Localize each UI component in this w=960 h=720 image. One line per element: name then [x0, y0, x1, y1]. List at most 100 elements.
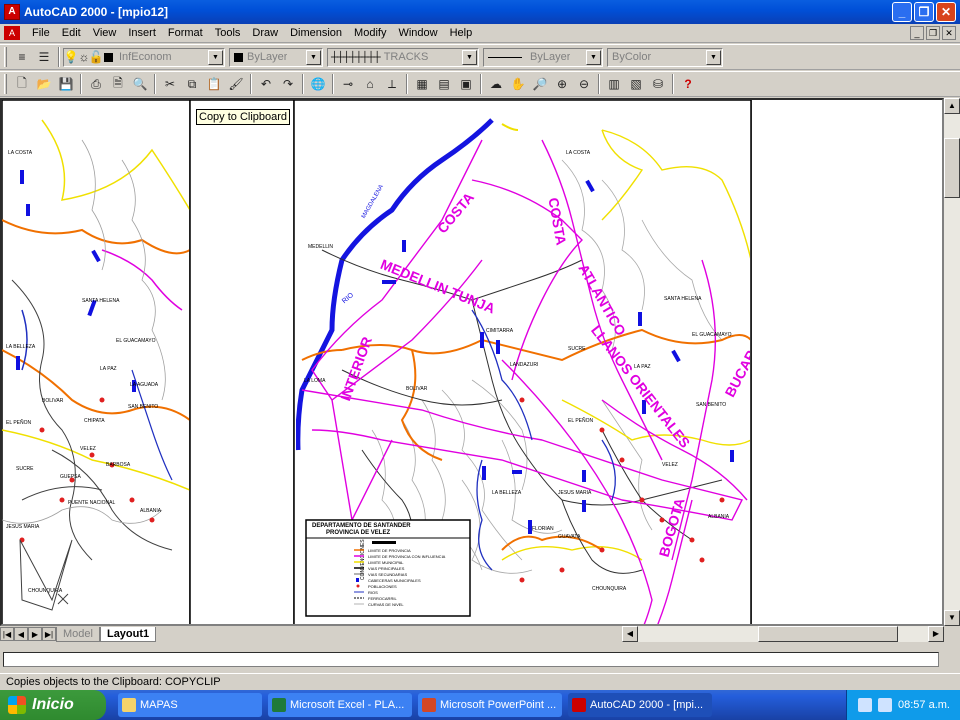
- copy-clipboard-icon[interactable]: ⧉: [181, 73, 203, 95]
- place-label: LA LOMA: [304, 378, 326, 384]
- viewport-left[interactable]: LA COSTA SANTA HELENA EL GUACAMAYO LA PA…: [2, 100, 191, 626]
- print-preview-icon[interactable]: 🗎: [107, 73, 129, 95]
- horizontal-scroll-thumb[interactable]: [758, 626, 898, 642]
- ucs-icon[interactable]: ⟂: [381, 73, 403, 95]
- task-button-mapas[interactable]: MAPAS: [118, 693, 262, 717]
- print-icon[interactable]: ⎙: [85, 73, 107, 95]
- menu-dimension[interactable]: Dimension: [284, 27, 348, 39]
- zoom-previous-icon[interactable]: ⊖: [573, 73, 595, 95]
- plotstyle-combo[interactable]: ByColor ▼: [607, 47, 723, 67]
- new-file-icon[interactable]: 🗋: [11, 73, 33, 95]
- scroll-down-icon[interactable]: ▼: [944, 610, 960, 626]
- legend: DEPARTAMENTO DE SANTANDER PROVINCIA DE V…: [305, 519, 471, 617]
- place-label: SUCRE: [568, 346, 586, 352]
- tab-layout1[interactable]: Layout1: [99, 626, 157, 642]
- prev-tab-icon[interactable]: ◀: [14, 627, 28, 641]
- volume-icon[interactable]: [878, 698, 893, 712]
- autocad-icon[interactable]: A: [4, 4, 20, 20]
- network-icon[interactable]: [858, 698, 873, 712]
- help-icon[interactable]: ?: [677, 73, 699, 95]
- tab-model[interactable]: Model: [56, 626, 100, 642]
- menu-edit[interactable]: Edit: [56, 27, 87, 39]
- image-icon[interactable]: ▣: [455, 73, 477, 95]
- globe-icon[interactable]: 🌐: [307, 73, 329, 95]
- match-properties-icon[interactable]: 🖌: [225, 73, 247, 95]
- open-folder-icon[interactable]: 📂: [33, 73, 55, 95]
- pan-icon[interactable]: ✋: [507, 73, 529, 95]
- aerial-view-icon[interactable]: ☁: [485, 73, 507, 95]
- cut-icon[interactable]: ✂: [159, 73, 181, 95]
- drawing-area[interactable]: LA COSTA SANTA HELENA EL GUACAMAYO LA PA…: [0, 98, 944, 626]
- zoom-window-icon[interactable]: ⊕: [551, 73, 573, 95]
- clock[interactable]: 08:57 a.m.: [898, 699, 950, 711]
- viewport-main[interactable]: COSTA COSTA MEDELLIN TUNJA ATLANTICO INT…: [293, 100, 789, 626]
- lineweight-combo[interactable]: ByLayer ▼: [483, 47, 603, 67]
- place-label: PUENTE NACIONAL: [68, 500, 115, 506]
- properties-icon[interactable]: ▥: [603, 73, 625, 95]
- scroll-right-icon[interactable]: ▶: [928, 626, 944, 642]
- layer-previous-icon[interactable]: ☰: [33, 46, 55, 68]
- horizontal-scrollbar[interactable]: ◀ ▶: [622, 626, 944, 642]
- last-tab-icon[interactable]: ▶|: [42, 627, 56, 641]
- chevron-down-icon[interactable]: ▼: [586, 49, 601, 65]
- first-tab-icon[interactable]: |◀: [0, 627, 14, 641]
- block-icon[interactable]: ▦: [411, 73, 433, 95]
- redo-icon[interactable]: ↷: [277, 73, 299, 95]
- chevron-down-icon[interactable]: ▼: [462, 49, 477, 65]
- place-label: LA PAZ: [100, 366, 117, 372]
- undo-icon[interactable]: ↶: [255, 73, 277, 95]
- title-bar: A AutoCAD 2000 - [mpio12] _ ❐ ✕: [0, 0, 960, 24]
- chevron-down-icon[interactable]: ▼: [208, 49, 223, 65]
- task-button-excel[interactable]: Microsoft Excel - PLA...: [268, 693, 412, 717]
- place-label: FLORIAN: [532, 526, 554, 532]
- menu-view[interactable]: View: [87, 27, 123, 39]
- doc-close-button[interactable]: ✕: [942, 26, 956, 40]
- next-tab-icon[interactable]: ▶: [28, 627, 42, 641]
- menu-help[interactable]: Help: [444, 27, 479, 39]
- menu-tools[interactable]: Tools: [209, 27, 247, 39]
- toolbar-grip[interactable]: [4, 74, 7, 94]
- menu-file[interactable]: File: [26, 27, 56, 39]
- menu-insert[interactable]: Insert: [122, 27, 162, 39]
- maximize-button[interactable]: ❐: [914, 2, 934, 22]
- start-button[interactable]: Inicio: [0, 690, 106, 720]
- scroll-left-icon[interactable]: ◀: [622, 626, 638, 642]
- doc-minimize-button[interactable]: _: [910, 26, 924, 40]
- save-icon[interactable]: 💾: [55, 73, 77, 95]
- vertical-scrollbar[interactable]: ▲ ▼: [944, 98, 960, 626]
- task-button-powerpoint[interactable]: Microsoft PowerPoint ...: [418, 693, 562, 717]
- chevron-down-icon[interactable]: ▼: [706, 49, 721, 65]
- find-icon[interactable]: 🔍: [129, 73, 151, 95]
- color-combo[interactable]: ByLayer ▼: [229, 47, 323, 67]
- paste-icon[interactable]: 📋: [203, 73, 225, 95]
- viewport-middle[interactable]: [189, 100, 295, 626]
- zoom-realtime-icon[interactable]: 🔎: [529, 73, 551, 95]
- excel-icon: [272, 698, 286, 712]
- scroll-up-icon[interactable]: ▲: [944, 98, 960, 114]
- design-center-icon[interactable]: ▧: [625, 73, 647, 95]
- command-input[interactable]: [3, 652, 939, 667]
- database-icon[interactable]: ⛁: [647, 73, 669, 95]
- xref-icon[interactable]: ▤: [433, 73, 455, 95]
- menu-window[interactable]: Window: [392, 27, 443, 39]
- menu-draw[interactable]: Draw: [246, 27, 284, 39]
- chevron-down-icon[interactable]: ▼: [306, 49, 321, 65]
- snap-icon[interactable]: ⊸: [337, 73, 359, 95]
- menu-modify[interactable]: Modify: [348, 27, 392, 39]
- named-views-icon[interactable]: ⌂: [359, 73, 381, 95]
- layer-manager-icon[interactable]: ≡: [11, 46, 33, 68]
- close-button[interactable]: ✕: [936, 2, 956, 22]
- drawing-canvas[interactable]: LA COSTA SANTA HELENA EL GUACAMAYO LA PA…: [2, 100, 944, 626]
- place-label: SAN BENITO: [128, 404, 158, 410]
- vertical-scroll-thumb[interactable]: [944, 138, 960, 198]
- color-swatch: [234, 52, 243, 62]
- task-button-autocad[interactable]: AutoCAD 2000 - [mpi...: [568, 693, 712, 717]
- doc-restore-button[interactable]: ❐: [926, 26, 940, 40]
- toolbar-grip[interactable]: [4, 47, 7, 67]
- linetype-combo[interactable]: ┼┼┼┼┼┼┼┼ TRACKS ▼: [327, 47, 479, 67]
- minimize-button[interactable]: _: [892, 2, 912, 22]
- document-icon[interactable]: A: [4, 26, 20, 40]
- lineweight-preview: [488, 56, 522, 58]
- menu-format[interactable]: Format: [162, 27, 209, 39]
- layer-combo[interactable]: 💡 ☼ 🔓 InfEconom ▼: [63, 47, 225, 67]
